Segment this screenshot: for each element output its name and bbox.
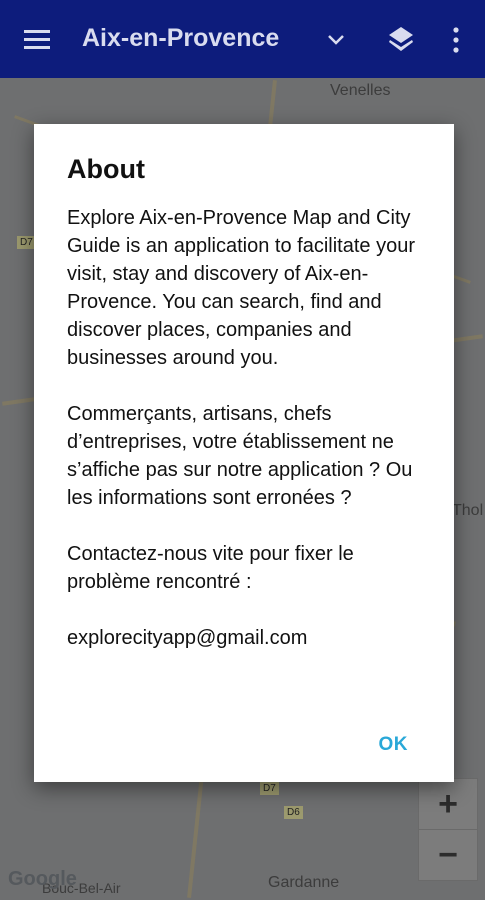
layers-icon[interactable]: [386, 24, 416, 54]
dialog-title: About: [67, 154, 145, 184]
road-badge-d7: D7: [17, 236, 36, 249]
zoom-out-button[interactable]: −: [418, 829, 478, 881]
map-label-venelles: Venelles: [330, 82, 391, 99]
map-label-gardanne: Gardanne: [268, 874, 340, 891]
zoom-in-button[interactable]: +: [418, 778, 478, 830]
map-label-thol: Thol: [452, 502, 484, 519]
app-title: Aix-en-Provence: [82, 24, 280, 52]
road-badge-d6: D6: [284, 806, 303, 819]
google-attribution-logo: Google: [8, 868, 77, 890]
ok-button[interactable]: OK: [379, 734, 409, 756]
more-vert-icon[interactable]: [446, 26, 466, 54]
chevron-down-icon[interactable]: [324, 28, 348, 52]
road-badge-d7: D7: [260, 782, 279, 795]
about-dialog: About Explore Aix-en-Provence Map and Ci…: [34, 124, 454, 782]
hamburger-menu-icon[interactable]: [24, 30, 52, 50]
dialog-body-text: Explore Aix-en-Provence Map and City Gui…: [67, 207, 415, 649]
app-bar: Aix-en-Provence: [0, 0, 485, 78]
